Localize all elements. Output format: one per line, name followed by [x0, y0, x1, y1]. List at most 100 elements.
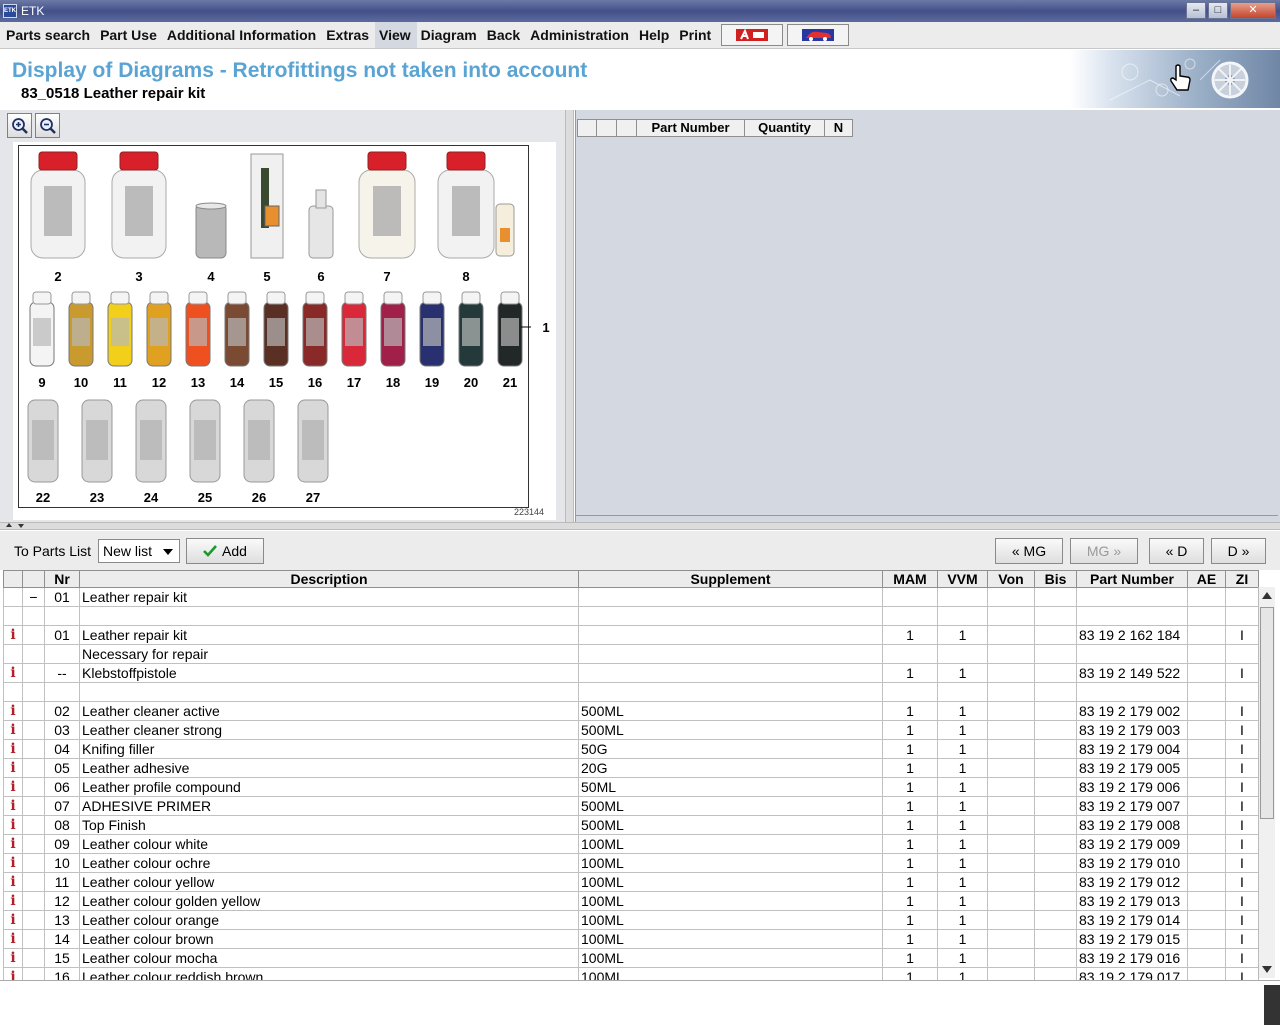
- diagram-part-15[interactable]: [263, 291, 289, 367]
- parts-col-part-number[interactable]: Part Number: [637, 119, 745, 137]
- table-scrollbar[interactable]: [1258, 587, 1275, 978]
- diagram-part-8[interactable]: [437, 151, 515, 259]
- info-icon[interactable]: i: [3, 625, 23, 645]
- diagram-part-17[interactable]: [341, 291, 367, 367]
- table-row[interactable]: [3, 682, 1259, 702]
- table-row[interactable]: i 04 Knifing filler 50G 1 1 83 19 2 179 004 I: [3, 739, 1259, 759]
- diagram-label-5[interactable]: 5: [263, 269, 270, 284]
- col-header-zi[interactable]: ZI: [1225, 570, 1259, 588]
- parts-list-select[interactable]: New list: [98, 539, 180, 563]
- col-header-nr[interactable]: Nr: [44, 570, 80, 588]
- diagram-part-4[interactable]: [195, 202, 227, 259]
- prev-mg-button[interactable]: « MG: [995, 538, 1063, 564]
- diagram-label-23[interactable]: 23: [90, 490, 104, 505]
- diagram-part-27[interactable]: [297, 399, 329, 483]
- diagram-label-21[interactable]: 21: [503, 375, 517, 390]
- diagram-label-14[interactable]: 14: [230, 375, 245, 390]
- table-row[interactable]: i 08 Top Finish 500ML 1 1 83 19 2 179 008 I: [3, 815, 1259, 835]
- table-row[interactable]: i 15 Leather colour mocha 100ML 1 1 83 19 2 17…: [3, 948, 1259, 968]
- menu-additional-information[interactable]: Additional Information: [163, 22, 322, 48]
- diagram-label-7[interactable]: 7: [383, 269, 390, 284]
- col-header-tree[interactable]: [22, 570, 45, 588]
- info-icon[interactable]: i: [3, 663, 23, 683]
- table-row[interactable]: i 09 Leather colour white 100ML 1 1 83 19 2 17…: [3, 834, 1259, 854]
- diagram-part-13[interactable]: [185, 291, 211, 367]
- diagram-label-26[interactable]: 26: [252, 490, 266, 505]
- scroll-thumb[interactable]: [1260, 607, 1274, 819]
- col-header-vvm[interactable]: VVM: [937, 570, 988, 588]
- table-row[interactable]: i 12 Leather colour golden yellow 100ML 1 1 83…: [3, 891, 1259, 911]
- info-icon[interactable]: i: [3, 796, 23, 816]
- table-row[interactable]: i 02 Leather cleaner active 500ML 1 1 83 19 2 …: [3, 701, 1259, 721]
- col-header-part-number[interactable]: Part Number: [1076, 570, 1188, 588]
- diagram-part-18[interactable]: [380, 291, 406, 367]
- table-row[interactable]: i 01 Leather repair kit 1 1 83 19 2 162 184 I: [3, 625, 1259, 645]
- zoom-in-button[interactable]: [7, 113, 32, 138]
- diagram-part-11[interactable]: [107, 291, 133, 367]
- info-icon[interactable]: i: [3, 872, 23, 892]
- info-icon[interactable]: i: [3, 720, 23, 740]
- diagram-label-8[interactable]: 8: [462, 269, 469, 284]
- splitter-arrows-icon[interactable]: [4, 522, 34, 530]
- diagram-label-17[interactable]: 17: [347, 375, 361, 390]
- col-header-info[interactable]: [3, 570, 23, 588]
- table-row[interactable]: i 14 Leather colour brown 100ML 1 1 83 19 2 17…: [3, 929, 1259, 949]
- table-row[interactable]: i 10 Leather colour ochre 100ML 1 1 83 19 2 17…: [3, 853, 1259, 873]
- col-header-mam[interactable]: MAM: [882, 570, 938, 588]
- parts-col-quantity[interactable]: Quantity: [745, 119, 825, 137]
- info-icon[interactable]: i: [3, 948, 23, 968]
- parts-col-3[interactable]: [617, 119, 637, 137]
- diagram-label-6[interactable]: 6: [317, 269, 324, 284]
- parts-diagram[interactable]: 2 3 4 5 6 7 89 10 11 12 13 14 15 16 17 18 19 20 21122 23 24 2…: [19, 146, 550, 509]
- table-row[interactable]: i -- Klebstoffpistole 1 1 83 19 2 149 522 I: [3, 663, 1259, 683]
- diagram-part-16[interactable]: [302, 291, 328, 367]
- menu-administration[interactable]: Administration: [526, 22, 635, 48]
- scroll-up-icon[interactable]: [1262, 592, 1272, 599]
- table-row[interactable]: [3, 606, 1259, 626]
- vertical-splitter[interactable]: [565, 110, 574, 522]
- diagram-label-22[interactable]: 22: [36, 490, 50, 505]
- zoom-out-button[interactable]: [35, 113, 60, 138]
- diagram-label-25[interactable]: 25: [198, 490, 212, 505]
- diagram-part-9[interactable]: [29, 291, 55, 367]
- diagram-part-25[interactable]: [189, 399, 221, 483]
- col-header-ae[interactable]: AE: [1187, 570, 1226, 588]
- table-row[interactable]: i 13 Leather colour orange 100ML 1 1 83 19 2 1…: [3, 910, 1259, 930]
- diagram-label-16[interactable]: 16: [308, 375, 322, 390]
- scroll-down-icon[interactable]: [1262, 966, 1272, 973]
- table-row[interactable]: i 03 Leather cleaner strong 500ML 1 1 83 19 2 …: [3, 720, 1259, 740]
- diagram-canvas[interactable]: 2 3 4 5 6 7 8 9 10 11 12 13 14 15 16 17 18 19 20 21 1 22 23 24 2…: [13, 142, 556, 520]
- diagram-part-23[interactable]: [81, 399, 113, 483]
- info-icon[interactable]: i: [3, 929, 23, 949]
- diagram-part-20[interactable]: [458, 291, 484, 367]
- parts-col-2[interactable]: [597, 119, 617, 137]
- info-icon[interactable]: i: [3, 853, 23, 873]
- info-icon[interactable]: i: [3, 758, 23, 778]
- col-header-supplement[interactable]: Supplement: [578, 570, 883, 588]
- table-row[interactable]: i 06 Leather profile compound 50ML 1 1 83 19 2…: [3, 777, 1259, 797]
- table-row[interactable]: i 05 Leather adhesive 20G 1 1 83 19 2 179 005 I: [3, 758, 1259, 778]
- diagram-part-24[interactable]: [135, 399, 167, 483]
- diagram-label-1[interactable]: 1: [542, 320, 549, 335]
- diagram-part-14[interactable]: [224, 291, 250, 367]
- menu-diagram[interactable]: Diagram: [417, 22, 483, 48]
- menu-extras[interactable]: Extras: [322, 22, 375, 48]
- minimize-icon[interactable]: –: [1186, 2, 1206, 19]
- parts-col-1[interactable]: [577, 119, 597, 137]
- info-icon[interactable]: i: [3, 891, 23, 911]
- diagram-label-11[interactable]: 11: [113, 375, 127, 390]
- vehicle-b-button[interactable]: [787, 24, 850, 46]
- diagram-label-24[interactable]: 24: [144, 490, 159, 505]
- table-row[interactable]: i 11 Leather colour yellow 100ML 1 1 83 19 2 1…: [3, 872, 1259, 892]
- parts-col-n[interactable]: N: [825, 119, 853, 137]
- next-diagram-button[interactable]: D »: [1211, 538, 1266, 564]
- diagram-label-15[interactable]: 15: [269, 375, 283, 390]
- diagram-label-13[interactable]: 13: [191, 375, 205, 390]
- info-icon[interactable]: i: [3, 834, 23, 854]
- table-row[interactable]: −01 Leather repair kit: [3, 587, 1259, 607]
- diagram-part-3[interactable]: [111, 151, 167, 259]
- diagram-label-2[interactable]: 2: [54, 269, 61, 284]
- tree-cell[interactable]: −: [22, 587, 45, 607]
- info-icon[interactable]: i: [3, 910, 23, 930]
- menu-part-use[interactable]: Part Use: [96, 22, 163, 48]
